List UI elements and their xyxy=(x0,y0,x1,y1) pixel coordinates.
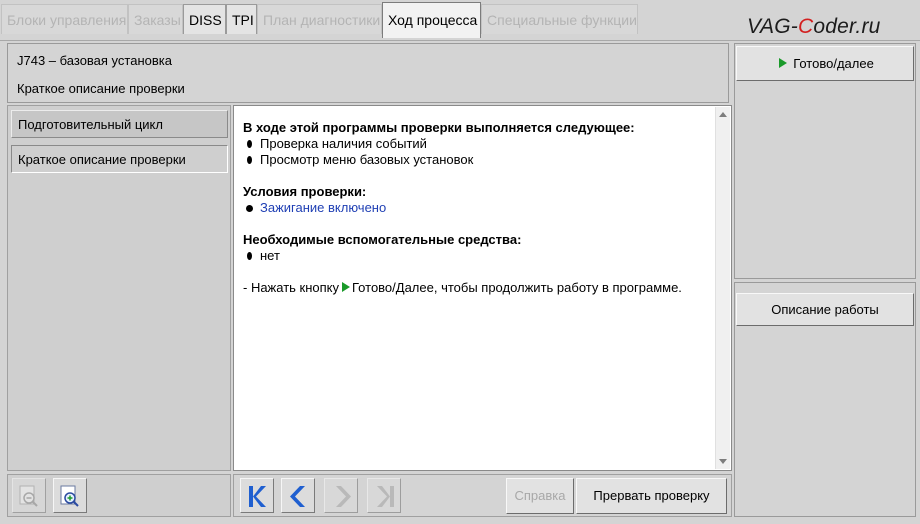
tab-orders[interactable]: Заказы xyxy=(128,4,183,34)
right-info-panel: Описание работы xyxy=(734,282,916,517)
tab-diagnostic-plan[interactable]: План диагностики xyxy=(257,4,382,34)
zoom-in-icon xyxy=(60,485,79,507)
tab-special-functions[interactable]: Специальные функции xyxy=(481,4,638,34)
step-item-preparation[interactable]: Подготовительный цикл xyxy=(11,110,228,138)
list-item: Просмотр меню базовых установок xyxy=(243,152,713,168)
step-item-short-description[interactable]: Краткое описание проверки xyxy=(11,145,228,173)
section-title: Необходимые вспомогательные средства: xyxy=(243,232,522,247)
zoom-in-button[interactable] xyxy=(53,478,87,513)
work-description-button[interactable]: Описание работы xyxy=(736,293,914,326)
bullet-icon xyxy=(246,205,253,212)
bullet-icon xyxy=(247,252,252,260)
page-title: J743 – базовая установка xyxy=(17,53,172,68)
zoom-out-icon xyxy=(19,485,38,507)
play-icon xyxy=(779,58,788,68)
zoom-toolbar xyxy=(7,474,231,517)
scroll-up-icon[interactable] xyxy=(719,112,727,117)
navigation-toolbar: Справка Прервать проверку xyxy=(233,474,732,517)
tab-diss[interactable]: DISS xyxy=(183,4,226,34)
next-button[interactable] xyxy=(324,478,358,513)
zoom-out-button[interactable] xyxy=(12,478,46,513)
abort-test-button[interactable]: Прервать проверку xyxy=(576,478,727,514)
next-icon xyxy=(336,486,351,507)
previous-button[interactable] xyxy=(281,478,315,513)
brand-watermark: VAG-Coder.ru xyxy=(747,15,881,38)
tab-process[interactable]: Ход процесса xyxy=(382,2,481,38)
test-header: J743 – базовая установка Краткое описани… xyxy=(7,43,729,103)
step-list: Подготовительный цикл Краткое описание п… xyxy=(7,105,231,471)
tab-tpi[interactable]: TPI xyxy=(226,4,257,34)
tab-bar: Блоки управления Заказы DISS TPI План ди… xyxy=(0,0,920,41)
list-item: нет xyxy=(243,248,713,264)
bullet-icon xyxy=(247,156,252,164)
bullet-icon xyxy=(247,140,252,148)
last-page-icon xyxy=(377,486,394,507)
tab-control-units[interactable]: Блоки управления xyxy=(1,4,128,34)
list-item: Зажигание включено xyxy=(243,200,713,216)
ready-next-button[interactable]: Готово/далее xyxy=(736,46,914,81)
page-subtitle: Краткое описание проверки xyxy=(17,81,185,96)
section-title: Условия проверки: xyxy=(243,184,367,199)
help-button[interactable]: Справка xyxy=(506,478,574,514)
first-page-icon xyxy=(249,486,266,507)
instruction-text: - Нажать кнопку Готово/Далее, чтобы продо… xyxy=(243,280,682,295)
right-action-panel: Готово/далее xyxy=(734,43,916,279)
last-page-button[interactable] xyxy=(367,478,401,513)
section-title: В ходе этой программы проверки выполняет… xyxy=(243,120,635,135)
list-item: Проверка наличия событий xyxy=(243,136,713,152)
vertical-scrollbar[interactable] xyxy=(715,107,730,469)
play-icon xyxy=(342,282,351,292)
first-page-button[interactable] xyxy=(240,478,274,513)
description-panel: В ходе этой программы проверки выполняет… xyxy=(233,105,732,471)
scroll-down-icon[interactable] xyxy=(719,459,727,464)
previous-icon xyxy=(290,486,305,507)
description-text: В ходе этой программы проверки выполняет… xyxy=(243,120,713,296)
